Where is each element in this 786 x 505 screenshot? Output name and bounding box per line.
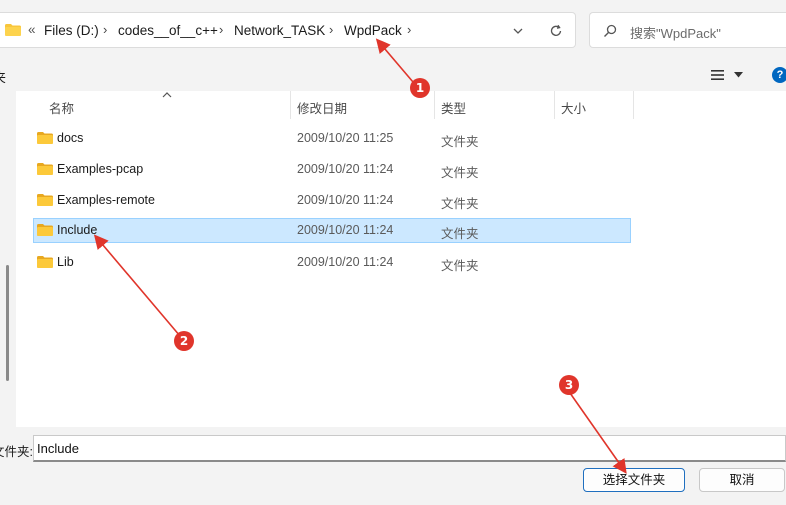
breadcrumb-wpdpack[interactable]: WpdPack	[344, 23, 402, 38]
table-row[interactable]: docs 2009/10/20 11:25 文件夹	[33, 126, 631, 151]
breadcrumb-files-d[interactable]: Files (D:)	[44, 23, 99, 38]
folder-icon	[37, 163, 53, 175]
row-name: Include	[57, 223, 98, 237]
row-name: Examples-remote	[57, 193, 155, 207]
dialog-footer: 文件夹: Include 选择文件夹 取消	[0, 428, 786, 505]
folder-name-value: Include	[37, 441, 79, 456]
chevron-right-icon: ›	[103, 22, 108, 37]
breadcrumb-network-task[interactable]: Network_TASK	[234, 23, 325, 38]
table-row[interactable]: Examples-pcap 2009/10/20 11:24 文件夹	[33, 157, 631, 182]
chevron-right-icon: ›	[407, 22, 412, 37]
column-header-size[interactable]: 大小	[561, 98, 586, 117]
folder-icon	[37, 194, 53, 206]
sort-ascending-icon	[162, 92, 172, 98]
annotation-badge-1: 1	[410, 78, 430, 98]
table-row[interactable]: Examples-remote 2009/10/20 11:24 文件夹	[33, 188, 631, 213]
file-list[interactable]: 名称 修改日期 类型 大小 docs 2009/10/20 11:25 文件夹 …	[16, 91, 786, 427]
toolbar-clipped-label: 夹	[0, 67, 6, 86]
row-name: Examples-pcap	[57, 162, 144, 176]
column-header-modified[interactable]: 修改日期	[297, 98, 347, 117]
column-header-name[interactable]: 名称	[49, 98, 74, 117]
search-input[interactable]: 搜索"WpdPack"	[589, 12, 786, 48]
row-type: 文件夹	[441, 259, 479, 273]
breadcrumb-codes-of-cpp[interactable]: codes__of__c++	[118, 23, 218, 38]
help-icon[interactable]: ?	[772, 67, 786, 83]
annotation-badge-3: 3	[559, 375, 579, 395]
row-name: docs	[57, 131, 84, 145]
navigation-pane-edge	[0, 91, 16, 427]
row-type: 文件夹	[441, 227, 479, 241]
folder-name-input[interactable]: Include	[33, 435, 786, 462]
cancel-button[interactable]: 取消	[699, 468, 785, 492]
scrollbar-thumb[interactable]	[6, 265, 9, 381]
folder-icon	[37, 256, 53, 268]
row-type: 文件夹	[441, 197, 479, 211]
help-icon-label: ?	[776, 69, 784, 81]
refresh-icon[interactable]	[549, 24, 563, 38]
folder-icon	[5, 24, 21, 36]
row-name: Lib	[57, 255, 74, 269]
table-row-selected[interactable]: Include 2009/10/20 11:24 文件夹	[33, 218, 631, 243]
row-modified: 2009/10/20 11:24	[297, 162, 394, 176]
row-modified: 2009/10/20 11:25	[297, 131, 394, 145]
folder-icon	[37, 224, 53, 236]
view-options-icon[interactable]	[711, 70, 724, 80]
view-dropdown-icon[interactable]	[734, 72, 743, 78]
row-type: 文件夹	[441, 166, 479, 180]
column-divider[interactable]	[554, 91, 555, 119]
folder-icon	[37, 132, 53, 144]
chevron-down-icon[interactable]	[512, 26, 524, 36]
address-bar[interactable]: « Files (D:) › codes__of__c++ › Network_…	[0, 12, 576, 48]
column-header-type[interactable]: 类型	[441, 98, 466, 117]
search-placeholder: 搜索"WpdPack"	[630, 26, 721, 41]
toolbar: 夹 ?	[0, 60, 786, 90]
row-modified: 2009/10/20 11:24	[297, 223, 394, 237]
breadcrumb-overflow[interactable]: «	[28, 22, 36, 37]
table-row[interactable]: Lib 2009/10/20 11:24 文件夹	[33, 250, 631, 275]
column-divider[interactable]	[633, 91, 634, 119]
annotation-badge-2: 2	[174, 331, 194, 351]
chevron-right-icon: ›	[329, 22, 334, 37]
row-modified: 2009/10/20 11:24	[297, 255, 394, 269]
search-icon	[604, 24, 617, 37]
select-folder-button[interactable]: 选择文件夹	[583, 468, 685, 492]
folder-field-label: 文件夹:	[0, 445, 33, 459]
row-type: 文件夹	[441, 135, 479, 149]
column-divider[interactable]	[290, 91, 291, 119]
row-modified: 2009/10/20 11:24	[297, 193, 394, 207]
chevron-right-icon: ›	[219, 22, 224, 37]
column-divider[interactable]	[434, 91, 435, 119]
